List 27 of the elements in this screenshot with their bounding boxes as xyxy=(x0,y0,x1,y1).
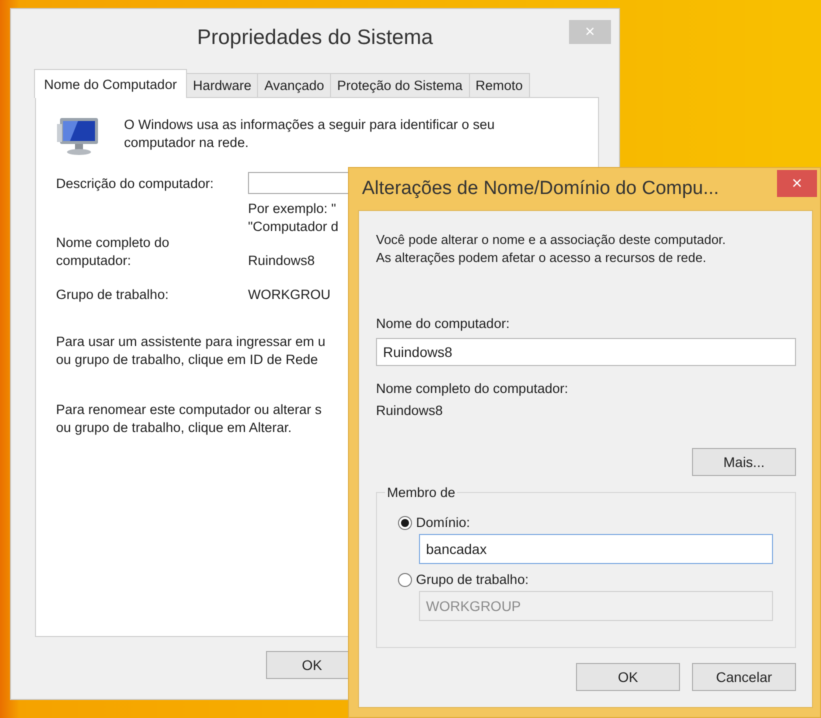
intro-text: O Windows usa as informações a seguir para identificar o seu computador na rede. xyxy=(124,116,495,152)
workgroup-label: Grupo de trabalho: xyxy=(56,286,169,304)
computer-name-field[interactable]: Ruindows8 xyxy=(376,338,796,366)
full-name-value: Ruindows8 xyxy=(248,252,315,270)
full-name-value: Ruindows8 xyxy=(376,402,444,420)
dialog-description: Você pode alterar o nome e a associação deste computador. As alterações podem afetar o acesso a recursos de rede. xyxy=(376,231,726,267)
tab[interactable]: Nome do Computador xyxy=(34,69,187,98)
full-name-label: Nome completo do computador: xyxy=(56,234,170,270)
tab[interactable]: Avançado xyxy=(257,73,332,97)
tab[interactable]: Remoto xyxy=(468,73,530,97)
rename-text: Para renomear este computador ou alterar s ou grupo de trabalho, clique em Alterar. xyxy=(56,401,322,437)
cancel-button[interactable]: Cancelar xyxy=(692,663,796,691)
workgroup-value: WORKGROU xyxy=(248,286,330,304)
close-button[interactable]: × xyxy=(777,170,817,197)
example-text: Por exemplo: " "Computador d xyxy=(248,200,338,236)
ok-button[interactable]: OK xyxy=(576,663,680,691)
description-label: Descrição do computador: xyxy=(56,175,214,193)
computer-name-label: Nome do computador: xyxy=(376,315,511,333)
window-title: Propriedades do Sistema xyxy=(197,26,433,50)
tab[interactable]: Proteção do Sistema xyxy=(330,73,470,97)
tab[interactable]: Hardware xyxy=(186,73,258,97)
full-name-label: Nome completo do computador: xyxy=(376,380,570,398)
member-field[interactable]: bancadax xyxy=(419,534,773,564)
more-button[interactable]: Mais... xyxy=(692,448,796,476)
radio-button[interactable]: Domínio: xyxy=(398,515,773,530)
dialog-title: Alterações de Nome/Domínio do Compu... xyxy=(362,178,719,200)
network-id-text: Para usar um assistente para ingressar em u ou grupo de trabalho, clique em ID de Rede xyxy=(56,333,326,369)
